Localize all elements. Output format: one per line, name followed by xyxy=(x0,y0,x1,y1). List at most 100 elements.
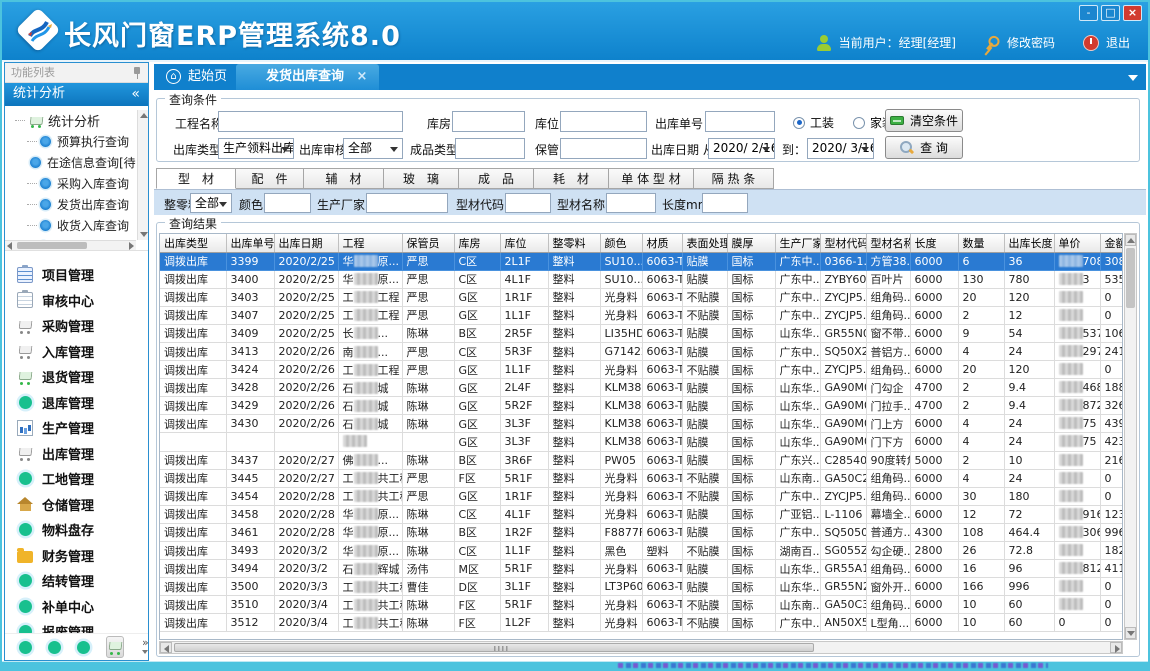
column-header-11[interactable]: 膜厚 xyxy=(727,234,775,252)
column-header-4[interactable]: 保管员 xyxy=(402,234,454,252)
column-header-12[interactable]: 生产厂家 xyxy=(775,234,820,252)
scroll-down-button[interactable] xyxy=(1125,627,1136,639)
column-header-18[interactable]: 单价 xyxy=(1054,234,1100,252)
dot-icon[interactable] xyxy=(77,641,90,654)
clear-conditions-button[interactable]: 清空条件 xyxy=(885,109,963,132)
table-row-13[interactable]: 调拨出库34542020/2/28工共工程严思G区1R1F整料光身料6063-T… xyxy=(160,487,1123,505)
table-row-14[interactable]: 调拨出库34582020/2/28华原...陈琳C区4L1F整料光身料6063-… xyxy=(160,505,1123,523)
sidebar-item-4[interactable]: 退货管理 xyxy=(5,364,148,390)
scrollbar-thumb[interactable] xyxy=(1126,248,1135,308)
length-input[interactable] xyxy=(702,193,748,213)
pin-icon[interactable] xyxy=(132,67,142,79)
sidebar-item-6[interactable]: 生产管理 xyxy=(5,415,148,441)
table-row-16[interactable]: 调拨出库34932020/3/2华原...陈琳C区1L1F整料黑色塑料不贴膜国标… xyxy=(160,542,1123,560)
column-header-7[interactable]: 整零料 xyxy=(548,234,600,252)
tree-horizontal-scrollbar[interactable] xyxy=(5,240,136,250)
product-type-input[interactable] xyxy=(455,138,525,159)
column-header-6[interactable]: 库位 xyxy=(500,234,548,252)
material-tab-6[interactable]: 单 体 型 材 xyxy=(609,168,694,189)
table-row-8[interactable]: 调拨出库34292020/2/26石城陈琳G区5R2F整料KLM38176063… xyxy=(160,397,1123,415)
table-row-20[interactable]: 调拨出库35122020/3/4工共工程陈琳F区1L2F整料光身料6063-T5… xyxy=(160,614,1123,632)
tab-close-icon[interactable]: × xyxy=(357,69,368,84)
dot-icon[interactable] xyxy=(48,641,61,654)
minimize-button[interactable]: - xyxy=(1079,5,1098,21)
sidebar-item-13[interactable]: 补单中心 xyxy=(5,594,148,620)
scroll-down-icon[interactable] xyxy=(140,232,148,237)
table-row-17[interactable]: 调拨出库34942020/3/2石辉城汤伟M区5R1F整料光身料6063-T5贴… xyxy=(160,560,1123,578)
scroll-right-icon[interactable] xyxy=(129,242,134,250)
column-header-9[interactable]: 材质 xyxy=(642,234,682,252)
sidebar-item-10[interactable]: 物料盘存 xyxy=(5,517,148,543)
sidebar-section-header[interactable]: 统计分析 « xyxy=(5,83,148,106)
radio-icon[interactable] xyxy=(853,117,865,129)
table-row-10[interactable]: G区3L3F整料KLM38176063-T5贴膜国标山东华...GA90M09.… xyxy=(160,433,1123,451)
logout-link[interactable]: 退出 xyxy=(1106,34,1130,51)
order-no-input[interactable] xyxy=(705,111,775,132)
sidebar-item-14[interactable]: 报废管理 xyxy=(5,619,148,633)
tree-item-3[interactable]: 发货出库查询 xyxy=(5,194,136,215)
table-row-1[interactable]: 调拨出库34002020/2/25华原...严思C区4L1F整料SU10...6… xyxy=(160,270,1123,288)
scroll-left-icon[interactable] xyxy=(7,242,12,250)
material-tab-7[interactable]: 隔 热 条 xyxy=(694,168,774,189)
sidebar-item-2[interactable]: 采购管理 xyxy=(5,313,148,339)
table-row-5[interactable]: 调拨出库34132020/2/26南...严思C区5R3F整料G71422606… xyxy=(160,342,1123,360)
radio-selected-icon[interactable] xyxy=(793,117,805,129)
column-header-0[interactable]: 出库类型 xyxy=(160,234,226,252)
tab-home[interactable]: ⌂ 起始页 xyxy=(158,64,239,90)
manufacturer-input[interactable] xyxy=(366,193,448,213)
table-row-6[interactable]: 调拨出库34242020/2/26工工程严思G区1L1F整料光身料6063-T5… xyxy=(160,361,1123,379)
location-input[interactable] xyxy=(560,111,647,132)
scroll-up-icon[interactable] xyxy=(140,113,148,118)
maximize-button[interactable]: □ xyxy=(1101,5,1120,21)
column-header-14[interactable]: 型材名称 xyxy=(866,234,910,252)
material-tab-3[interactable]: 玻 璃 xyxy=(384,168,459,189)
table-row-9[interactable]: 调拨出库34302020/2/26石城陈琳G区3L3F整料KLM38176063… xyxy=(160,415,1123,433)
sidebar-item-3[interactable]: 入库管理 xyxy=(5,339,148,365)
scroll-right-button[interactable] xyxy=(1110,642,1122,653)
sidebar-item-9[interactable]: 仓储管理 xyxy=(5,492,148,518)
date-from-select[interactable]: 2020/ 2/16 xyxy=(708,138,775,159)
tab-list-dropdown-icon[interactable] xyxy=(1128,75,1138,81)
date-to-select[interactable]: 2020/ 3/16 xyxy=(807,138,874,159)
cart-button[interactable] xyxy=(106,636,124,658)
sidebar-item-12[interactable]: 结转管理 xyxy=(5,568,148,594)
name-input[interactable] xyxy=(606,193,656,213)
column-header-8[interactable]: 颜色 xyxy=(600,234,642,252)
table-row-11[interactable]: 调拨出库34372020/2/27佛...陈琳B区3R6F整料PW056063-… xyxy=(160,451,1123,469)
collapse-icon[interactable]: « xyxy=(131,83,140,105)
material-tab-4[interactable]: 成 品 xyxy=(459,168,534,189)
column-header-13[interactable]: 型材代码 xyxy=(820,234,866,252)
column-header-16[interactable]: 数量 xyxy=(958,234,1004,252)
tree-vertical-scrollbar[interactable] xyxy=(137,110,148,240)
material-tab-2[interactable]: 辅 材 xyxy=(304,168,384,189)
whole-select[interactable]: 全部 xyxy=(190,193,232,213)
material-tab-0[interactable]: 型 材 xyxy=(156,168,236,189)
sidebar-item-0[interactable]: 项目管理 xyxy=(5,262,148,288)
radio-gongzhuang[interactable]: 工装 xyxy=(793,114,834,131)
close-button[interactable]: × xyxy=(1123,5,1142,21)
tree-item-2[interactable]: 采购入库查询 xyxy=(5,173,136,194)
out-type-select[interactable]: 生产领料出库 xyxy=(218,138,294,159)
sidebar-item-5[interactable]: 退库管理 xyxy=(5,390,148,416)
overflow-chevron[interactable]: » xyxy=(142,639,149,655)
table-row-3[interactable]: 调拨出库34072020/2/25工工程严思G区1L1F整料光身料6063-T5… xyxy=(160,306,1123,324)
table-row-15[interactable]: 调拨出库34612020/2/28华原...陈琳B区1R2F整料F8877FT6… xyxy=(160,523,1123,541)
code-input[interactable] xyxy=(505,193,551,213)
scroll-up-button[interactable] xyxy=(1125,234,1136,246)
sidebar-item-1[interactable]: 审核中心 xyxy=(5,288,148,314)
table-row-18[interactable]: 调拨出库35002020/3/3工共工程曹佳D区3L1F整料LT3P606063… xyxy=(160,578,1123,596)
column-header-10[interactable]: 表面处理 xyxy=(682,234,727,252)
color-input[interactable] xyxy=(264,193,311,213)
sidebar-item-7[interactable]: 出库管理 xyxy=(5,441,148,467)
tree-item-0[interactable]: 预算执行查询 xyxy=(5,131,136,152)
tab-shipment-outbound-query[interactable]: 发货出库查询 × xyxy=(236,64,379,90)
material-tab-5[interactable]: 耗 材 xyxy=(534,168,609,189)
table-row-7[interactable]: 调拨出库34282020/2/26石城陈琳G区2L4F整料KLM38176063… xyxy=(160,379,1123,397)
table-row-0[interactable]: 调拨出库33992020/2/25华原...严思C区2L1F整料SU10...6… xyxy=(160,252,1123,270)
sidebar-item-8[interactable]: 工地管理 xyxy=(5,466,148,492)
column-header-19[interactable]: 金额 xyxy=(1100,234,1123,252)
table-row-19[interactable]: 调拨出库35102020/3/4工共工程陈琳F区5R1F整料光身料6063-T5… xyxy=(160,596,1123,614)
column-header-15[interactable]: 长度 xyxy=(910,234,958,252)
scroll-left-button[interactable] xyxy=(160,642,172,653)
tree-item-1[interactable]: 在途信息查询[待定] xyxy=(5,152,136,173)
